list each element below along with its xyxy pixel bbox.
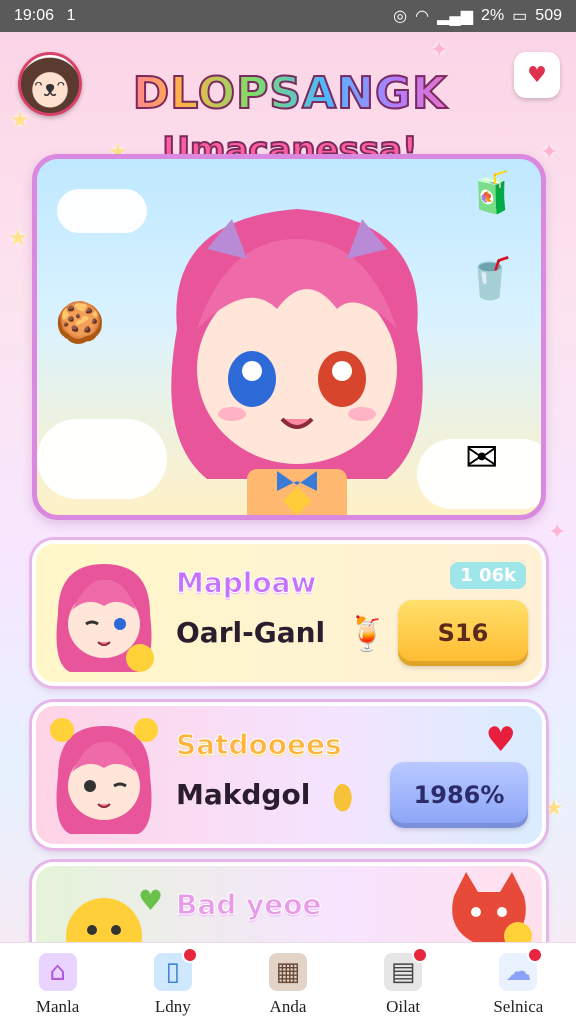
character-card[interactable]: Satdooees Makdgol ♥ ⬮ 1986%	[32, 702, 546, 848]
heart-icon: ♥	[485, 720, 516, 760]
star-icon: ★	[8, 226, 28, 251]
status-bar: 19:06 1 ◎ ◠ ▂▄▆ 2% ▭ 509	[0, 0, 576, 32]
cookie-icon: 🍪	[55, 300, 105, 346]
nav-label: Anda	[269, 997, 307, 1016]
star-icon: ★	[544, 796, 564, 821]
card-title: Satdooees	[176, 728, 343, 762]
cloud-icon: ☁	[499, 947, 544, 991]
notification-dot	[527, 947, 544, 963]
crystal-icon: ⬮	[332, 778, 354, 818]
calendar-icon: ▤	[384, 947, 429, 991]
star-icon: ✦	[540, 140, 559, 165]
card-count-badge: 1 06k	[450, 562, 526, 589]
signal-icon: ▂▄▆	[437, 8, 474, 25]
drink-icon: 🧃	[467, 170, 517, 216]
card-action-button[interactable]: 1986%	[390, 762, 528, 828]
wifi-icon: ◠	[415, 8, 430, 25]
star-icon: ✦	[548, 520, 567, 545]
card-character-name: Oarl-Ganl	[176, 616, 326, 649]
nav-item-manla[interactable]: ⌂ Manla	[3, 953, 113, 1017]
notification-dot	[412, 947, 429, 963]
star-icon: ✦	[430, 38, 449, 63]
drink-icon: 🍹	[346, 614, 389, 654]
favorites-button[interactable]: ♥	[514, 52, 560, 98]
card-character-name: Makdgol	[176, 778, 311, 811]
hero-character-panel[interactable]: 🧃 🥤 🍪 ✉	[32, 154, 546, 520]
envelope-icon: ✉	[465, 435, 499, 481]
nav-item-selnica[interactable]: ☁ Selnica	[463, 947, 573, 1017]
status-time: 19:06	[14, 7, 55, 24]
star-icon: ★	[10, 108, 30, 133]
card-portrait	[50, 718, 158, 834]
card-title: Maploaw	[175, 566, 317, 600]
battery-text: 509	[535, 7, 562, 24]
gallery-icon: ▦	[268, 953, 307, 991]
character-card[interactable]: Maploaw Oarl-Ganl 1 06k 🍹 S16	[32, 540, 546, 686]
heart-icon: ♥	[138, 884, 164, 917]
profile-avatar[interactable]: ᵔᴥᵔ	[18, 52, 82, 116]
card-action-button[interactable]: S16	[398, 600, 528, 666]
hero-character-illustration	[171, 209, 423, 515]
nav-label: Oilat	[386, 997, 421, 1016]
nav-item-oilat[interactable]: ▤ Oilat	[348, 947, 458, 1017]
nav-item-anda[interactable]: ▦ Anda	[233, 953, 343, 1017]
home-icon: ⌂	[38, 953, 77, 991]
nav-label: Selnica	[493, 997, 544, 1016]
status-right: ◎ ◠ ▂▄▆ 2% ▭ 509	[393, 6, 562, 26]
nav-label: Ldny	[154, 997, 191, 1016]
sim-indicator: 1	[66, 7, 76, 24]
card-title: Bad yeoe	[176, 888, 322, 922]
bottom-navigation: ⌂ Manla ▯ Ldny ▦ Anda ▤ Oilat ☁ Selnica	[0, 942, 576, 1024]
nav-label: Manla	[35, 997, 80, 1016]
status-left: 19:06 1	[14, 7, 75, 25]
cup-icon: 🥤	[465, 256, 515, 302]
battery-percent: 2%	[481, 7, 505, 24]
battery-icon: ▭	[512, 8, 528, 25]
nfc-icon: ◎	[393, 8, 408, 25]
heart-icon: ♥	[527, 62, 547, 88]
card-portrait	[56, 564, 154, 672]
notification-dot	[181, 947, 198, 963]
nav-item-ldny[interactable]: ▯ Ldny	[118, 947, 228, 1017]
phone-icon: ▯	[153, 947, 198, 991]
cloud-decoration	[57, 189, 147, 233]
avatar-face-icon: ᵔᴥᵔ	[34, 77, 66, 102]
app-logo-title: DLOPSANGK	[110, 67, 470, 120]
